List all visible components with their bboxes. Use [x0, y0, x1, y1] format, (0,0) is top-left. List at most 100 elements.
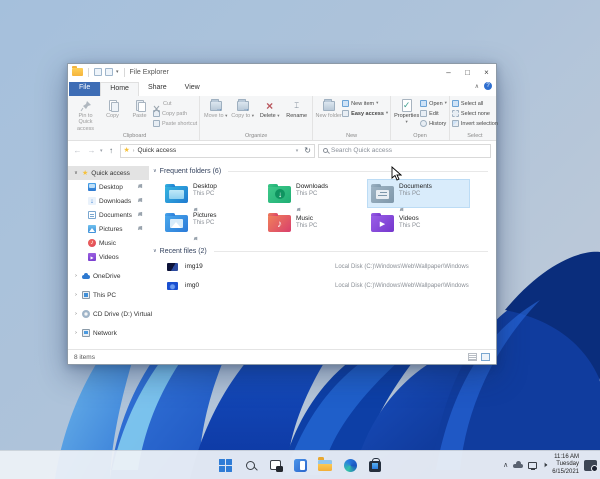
sidebar-item-this-pc[interactable]: › This PC [68, 288, 149, 302]
properties-button[interactable]: ✓ Properties ▾ [393, 97, 420, 126]
folder-tile-desktop[interactable]: Desktop This PC [161, 179, 264, 212]
expand-icon[interactable]: › [73, 273, 79, 279]
search-input[interactable] [330, 147, 486, 154]
forward-icon[interactable]: → [86, 146, 97, 155]
back-icon[interactable]: ← [72, 146, 83, 155]
expand-icon[interactable]: › [73, 292, 79, 298]
start-button[interactable] [217, 457, 233, 473]
copy-button[interactable]: Copy [99, 97, 126, 119]
network-tray-icon[interactable] [528, 461, 538, 470]
folder-tile-downloads[interactable]: ↓ Downloads This PC [264, 179, 367, 212]
search-button[interactable] [242, 457, 258, 473]
folder-tile-pictures[interactable]: Pictures This PC [161, 208, 264, 241]
sidebar-item-network[interactable]: › Network [68, 326, 149, 340]
maximize-button[interactable]: □ [458, 64, 477, 80]
delete-button[interactable]: × Delete ▾ [256, 97, 283, 120]
invert-selection-button[interactable]: Invert selection [451, 119, 498, 128]
documents-folder-icon [371, 184, 394, 203]
sidebar-item-pictures[interactable]: Pictures [68, 222, 149, 236]
tab-view[interactable]: View [176, 82, 209, 96]
recent-locations-icon[interactable]: ▾ [100, 148, 103, 154]
sidebar-item-desktop[interactable]: Desktop [68, 180, 149, 194]
item-count: 8 items [74, 353, 95, 361]
task-view-button[interactable] [267, 457, 283, 473]
clock[interactable]: 11:16 AM Tuesday 6/15/2021 [552, 454, 579, 476]
folder-tile-documents[interactable]: Documents This PC [367, 179, 470, 212]
sidebar-item-documents[interactable]: Documents [68, 208, 149, 222]
img19-thumbnail [167, 262, 178, 271]
tab-share[interactable]: Share [139, 82, 176, 96]
file-explorer-button[interactable] [317, 457, 333, 473]
new-folder-qat-icon[interactable] [105, 68, 113, 76]
pin-icon [137, 197, 143, 205]
address-bar[interactable]: ★ › Quick access ▾ ↻ [119, 143, 315, 158]
folder-tile-videos[interactable]: ▶ Videos This PC [367, 208, 470, 237]
edge-button[interactable] [342, 457, 358, 473]
up-icon[interactable]: ↑ [106, 146, 117, 155]
sidebar-item-quick-access[interactable]: ∨ ★ Quick access [68, 166, 149, 180]
copy-to-button[interactable]: → Copy to ▾ [229, 97, 256, 119]
rename-button[interactable]: ⌶ Rename [283, 97, 310, 120]
group-new: New folder New item ▾ Easy access ▾ New [312, 96, 390, 140]
frequent-folders-header[interactable]: ∨ Frequent folders (6) [149, 165, 496, 177]
frequent-folders-grid: Desktop This PC ↓ Downloads This PC Docu… [149, 179, 496, 241]
group-label: Open [413, 133, 427, 139]
close-button[interactable]: × [477, 64, 496, 80]
tab-home[interactable]: Home [100, 82, 139, 96]
rename-icon: ⌶ [294, 100, 300, 110]
refresh-icon[interactable]: ↻ [304, 146, 311, 155]
address-dropdown-icon[interactable]: ▾ [296, 148, 299, 154]
select-all-icon [451, 100, 459, 107]
large-icons-view-icon[interactable] [481, 353, 490, 361]
widgets-button[interactable] [292, 457, 308, 473]
edit-button[interactable]: Edit [420, 109, 447, 118]
new-folder-button[interactable]: New folder [315, 97, 342, 119]
paste-icon [133, 99, 147, 112]
recent-files-header[interactable]: ∨ Recent files (2) [149, 245, 496, 257]
paste-button[interactable]: Paste [126, 97, 153, 119]
new-item-button[interactable]: New item ▾ [342, 99, 388, 108]
minimize-ribbon-icon[interactable]: ∧ [475, 83, 479, 90]
expand-icon[interactable]: › [73, 330, 79, 336]
folder-tile-music[interactable]: ♪ Music This PC [264, 208, 367, 237]
sidebar-item-downloads[interactable]: Downloads [68, 194, 149, 208]
details-view-icon[interactable] [468, 353, 477, 361]
breadcrumb[interactable]: Quick access [137, 147, 176, 154]
paste-shortcut-icon [153, 120, 160, 127]
cut-button[interactable]: Cut [153, 99, 197, 112]
store-button[interactable] [367, 457, 383, 473]
expand-icon[interactable]: › [73, 311, 79, 317]
customize-qat-icon[interactable]: ▾ [116, 69, 119, 75]
properties-qat-icon[interactable] [94, 68, 102, 76]
pin-to-quick-access-button[interactable]: Pin to Quick access [72, 97, 99, 132]
volume-tray-icon[interactable]: 🕨 [542, 460, 547, 470]
copy-icon [106, 99, 120, 112]
open-button[interactable]: Open ▾ [420, 99, 447, 108]
recent-file-row[interactable]: img0 Local Disk (C:)\Windows\Web\Wallpap… [149, 276, 496, 295]
move-to-button[interactable]: → Move to ▾ [202, 97, 229, 119]
sidebar-item-videos[interactable]: Videos [68, 250, 149, 264]
windows-logo-icon [218, 458, 232, 472]
recent-file-row[interactable]: img19 Local Disk (C:)\Windows\Web\Wallpa… [149, 257, 496, 276]
hidden-icons-chevron[interactable]: ∧ [503, 461, 508, 469]
paste-shortcut-button[interactable]: Paste shortcut [153, 119, 197, 128]
minimize-button[interactable]: – [439, 64, 458, 80]
onedrive-tray-icon[interactable] [513, 461, 524, 468]
sidebar-item-cd-drive[interactable]: › CD Drive (D:) Virtual [68, 307, 152, 321]
titlebar[interactable]: ▾ File Explorer – □ × [68, 64, 496, 80]
collapse-icon[interactable]: ∨ [153, 248, 157, 254]
pin-icon [137, 211, 143, 219]
pin-icon [399, 198, 432, 212]
collapse-icon[interactable]: ∨ [153, 168, 157, 174]
tab-file[interactable]: File [69, 82, 101, 96]
search-box[interactable] [317, 143, 491, 158]
select-none-button[interactable]: Select none [451, 109, 498, 118]
notification-icon[interactable] [584, 459, 598, 472]
history-button[interactable]: History [420, 119, 447, 128]
sidebar-item-music[interactable]: Music [68, 236, 149, 250]
select-all-button[interactable]: Select all [451, 99, 498, 108]
easy-access-button[interactable]: Easy access ▾ [342, 109, 388, 118]
collapse-icon[interactable]: ∨ [73, 170, 79, 176]
sidebar-item-onedrive[interactable]: › OneDrive [68, 269, 149, 283]
help-icon[interactable]: ? [484, 82, 492, 90]
